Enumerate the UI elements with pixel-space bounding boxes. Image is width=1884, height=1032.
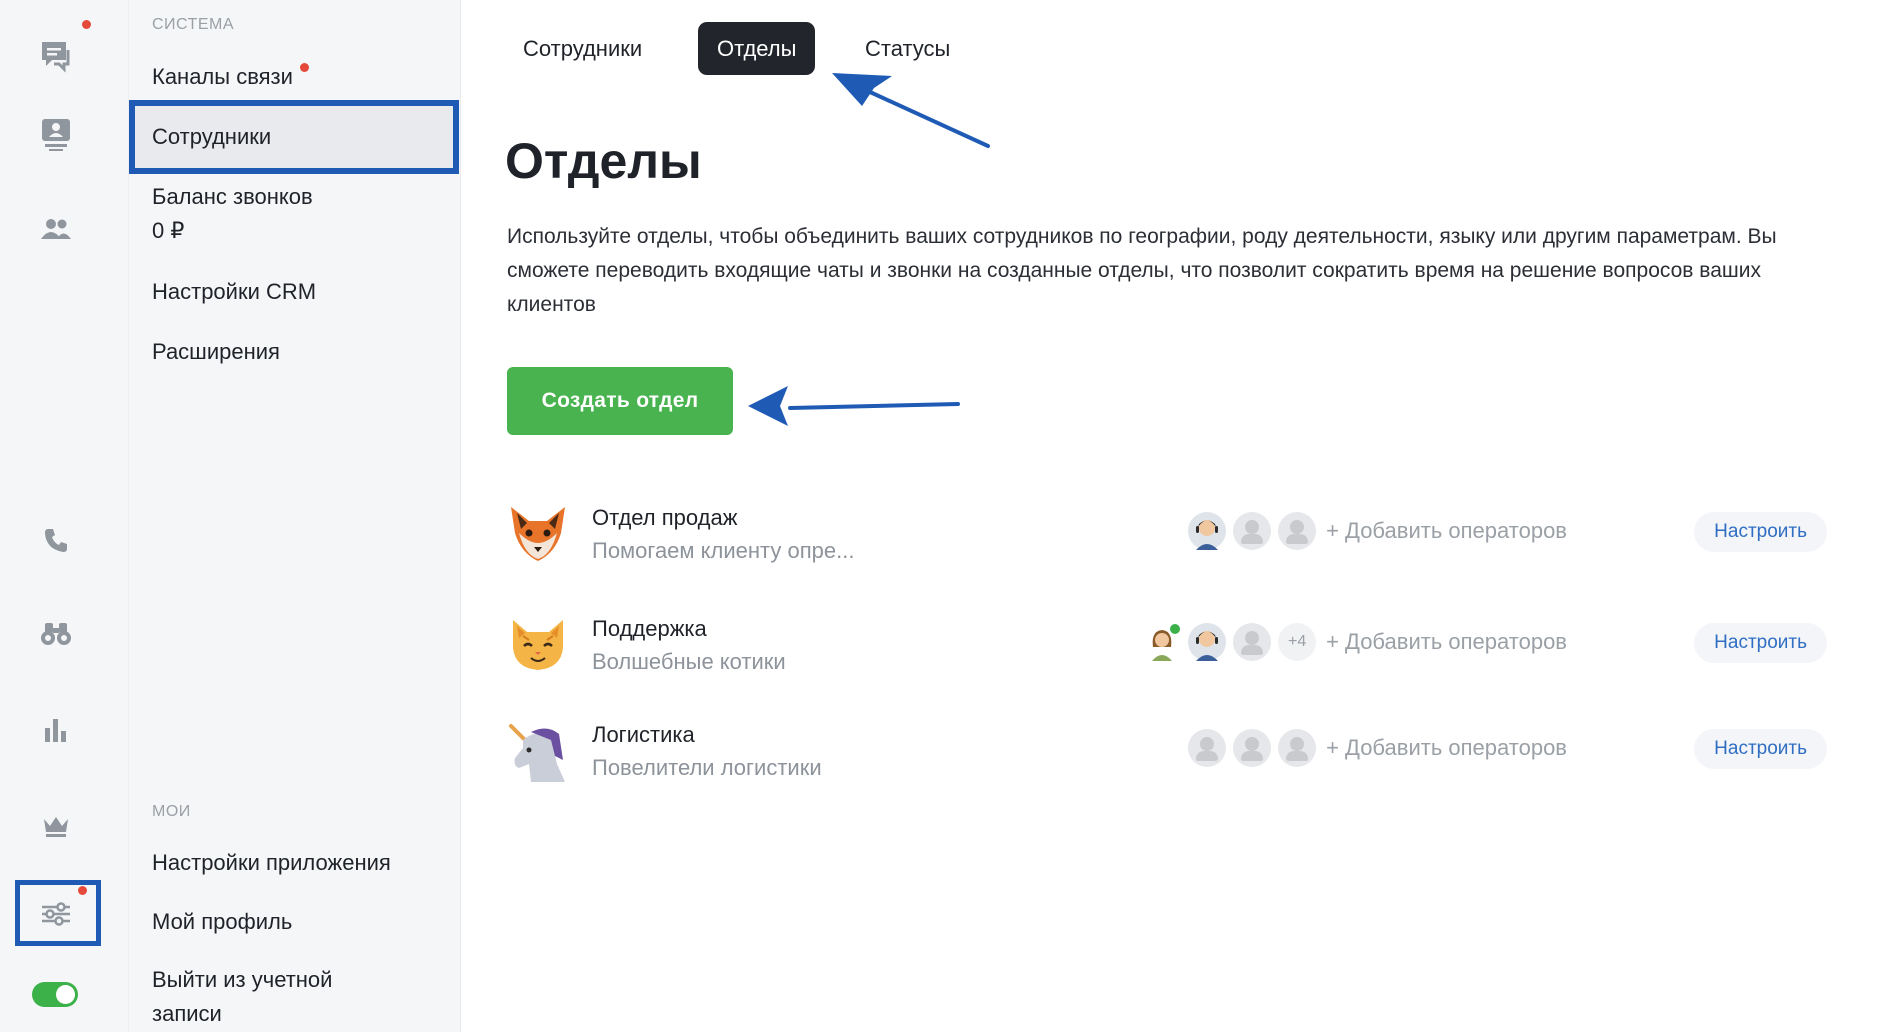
sliders-icon[interactable]: [32, 886, 87, 938]
department-row[interactable]: Логистика Повелители логистики + Добавит…: [507, 720, 1827, 800]
visitor-icon[interactable]: [32, 110, 80, 158]
tab-departments[interactable]: Отделы: [698, 22, 816, 75]
department-row[interactable]: Поддержка Волшебные котики +4 + Добавить…: [507, 614, 1827, 694]
unicorn-icon: [507, 720, 569, 782]
tab-statuses[interactable]: Статусы: [846, 22, 969, 75]
notification-dot: [78, 886, 87, 895]
operator-placeholder: [1233, 729, 1272, 767]
menu-item-label: Настройки приложения: [152, 850, 391, 875]
operator-placeholder: [1233, 512, 1272, 550]
department-description: Волшебные котики: [592, 649, 786, 674]
menu-item-label: Каналы связи: [152, 64, 293, 89]
page-description: Используйте отделы, чтобы объединить ваш…: [507, 225, 1777, 316]
more-operators-count[interactable]: +4: [1278, 623, 1317, 661]
add-operators-link[interactable]: + Добавить операторов: [1326, 518, 1567, 544]
menu-item-label: Баланс звонков: [152, 184, 313, 209]
configure-button[interactable]: Настроить: [1694, 623, 1827, 663]
my-section-title: Мои: [152, 803, 191, 820]
tab-employees[interactable]: Сотрудники: [504, 22, 661, 75]
bar-chart-icon[interactable]: [32, 706, 80, 754]
notification-dot: [299, 63, 309, 72]
configure-button[interactable]: Настроить: [1694, 512, 1827, 552]
phone-icon[interactable]: [32, 516, 80, 564]
page-title: Отделы: [505, 133, 702, 189]
binoculars-icon[interactable]: [32, 610, 80, 658]
menu-item-channels[interactable]: Каналы связи: [152, 60, 309, 94]
main-content: Сотрудники Отделы Статусы Отделы Использ…: [461, 0, 1884, 1032]
operators-group: + Добавить операторов: [1181, 728, 1567, 768]
system-section-title: Система: [152, 16, 235, 33]
operator-placeholder: [1278, 729, 1317, 767]
chat-icon[interactable]: [32, 20, 91, 80]
add-operators-link[interactable]: + Добавить операторов: [1326, 735, 1567, 761]
menu-item-label: Расширения: [152, 339, 280, 364]
operator-avatar: [1143, 622, 1183, 661]
department-name: Отдел продаж: [592, 505, 738, 530]
cat-icon: [507, 614, 569, 676]
menu-item-label: Сотрудники: [152, 124, 272, 149]
department-row[interactable]: Отдел продаж Помогаем клиенту опре... + …: [507, 503, 1827, 583]
add-operators-link[interactable]: + Добавить операторов: [1326, 629, 1567, 655]
department-name: Поддержка: [592, 616, 707, 641]
notification-dot: [82, 20, 91, 29]
menu-item-app-settings[interactable]: Настройки приложения: [152, 846, 391, 880]
settings-menu: Система Каналы связи Сотрудники Баланс з…: [129, 0, 461, 1032]
create-department-button[interactable]: Создать отдел: [507, 367, 733, 435]
crown-icon[interactable]: [32, 802, 80, 850]
menu-item-label: Настройки CRM: [152, 279, 317, 304]
online-indicator: [1168, 622, 1183, 636]
operator-placeholder: [1188, 729, 1227, 767]
menu-item-employees[interactable]: Сотрудники: [129, 100, 459, 174]
balance-value: 0 ₽: [152, 218, 185, 243]
menu-item-extensions[interactable]: Расширения: [152, 335, 280, 369]
menu-item-label: Выйти из учетной: [152, 967, 333, 992]
operator-placeholder: [1278, 512, 1317, 550]
menu-item-label: записи: [152, 1001, 222, 1026]
configure-button[interactable]: Настроить: [1694, 729, 1827, 769]
department-description: Помогаем клиенту опре...: [592, 538, 855, 563]
icon-rail: [0, 0, 129, 1032]
online-toggle[interactable]: [32, 982, 78, 1007]
department-description: Повелители логистики: [592, 755, 822, 780]
menu-item-label: Мой профиль: [152, 909, 293, 934]
operator-avatar: [1188, 512, 1227, 550]
department-name: Логистика: [592, 722, 695, 747]
menu-item-crm[interactable]: Настройки CRM: [152, 275, 316, 309]
operator-placeholder: [1233, 623, 1272, 661]
operators-group: + Добавить операторов: [1181, 511, 1567, 551]
fox-icon: [507, 503, 569, 565]
operator-avatar: [1188, 623, 1227, 661]
menu-item-profile[interactable]: Мой профиль: [152, 905, 292, 939]
operators-group: +4 + Добавить операторов: [1136, 622, 1567, 662]
team-icon[interactable]: [32, 206, 80, 254]
menu-item-balance[interactable]: Баланс звонков 0 ₽: [152, 180, 313, 248]
menu-item-logout[interactable]: Выйти из учетной записи: [152, 963, 332, 1031]
toggle-knob: [56, 985, 75, 1004]
